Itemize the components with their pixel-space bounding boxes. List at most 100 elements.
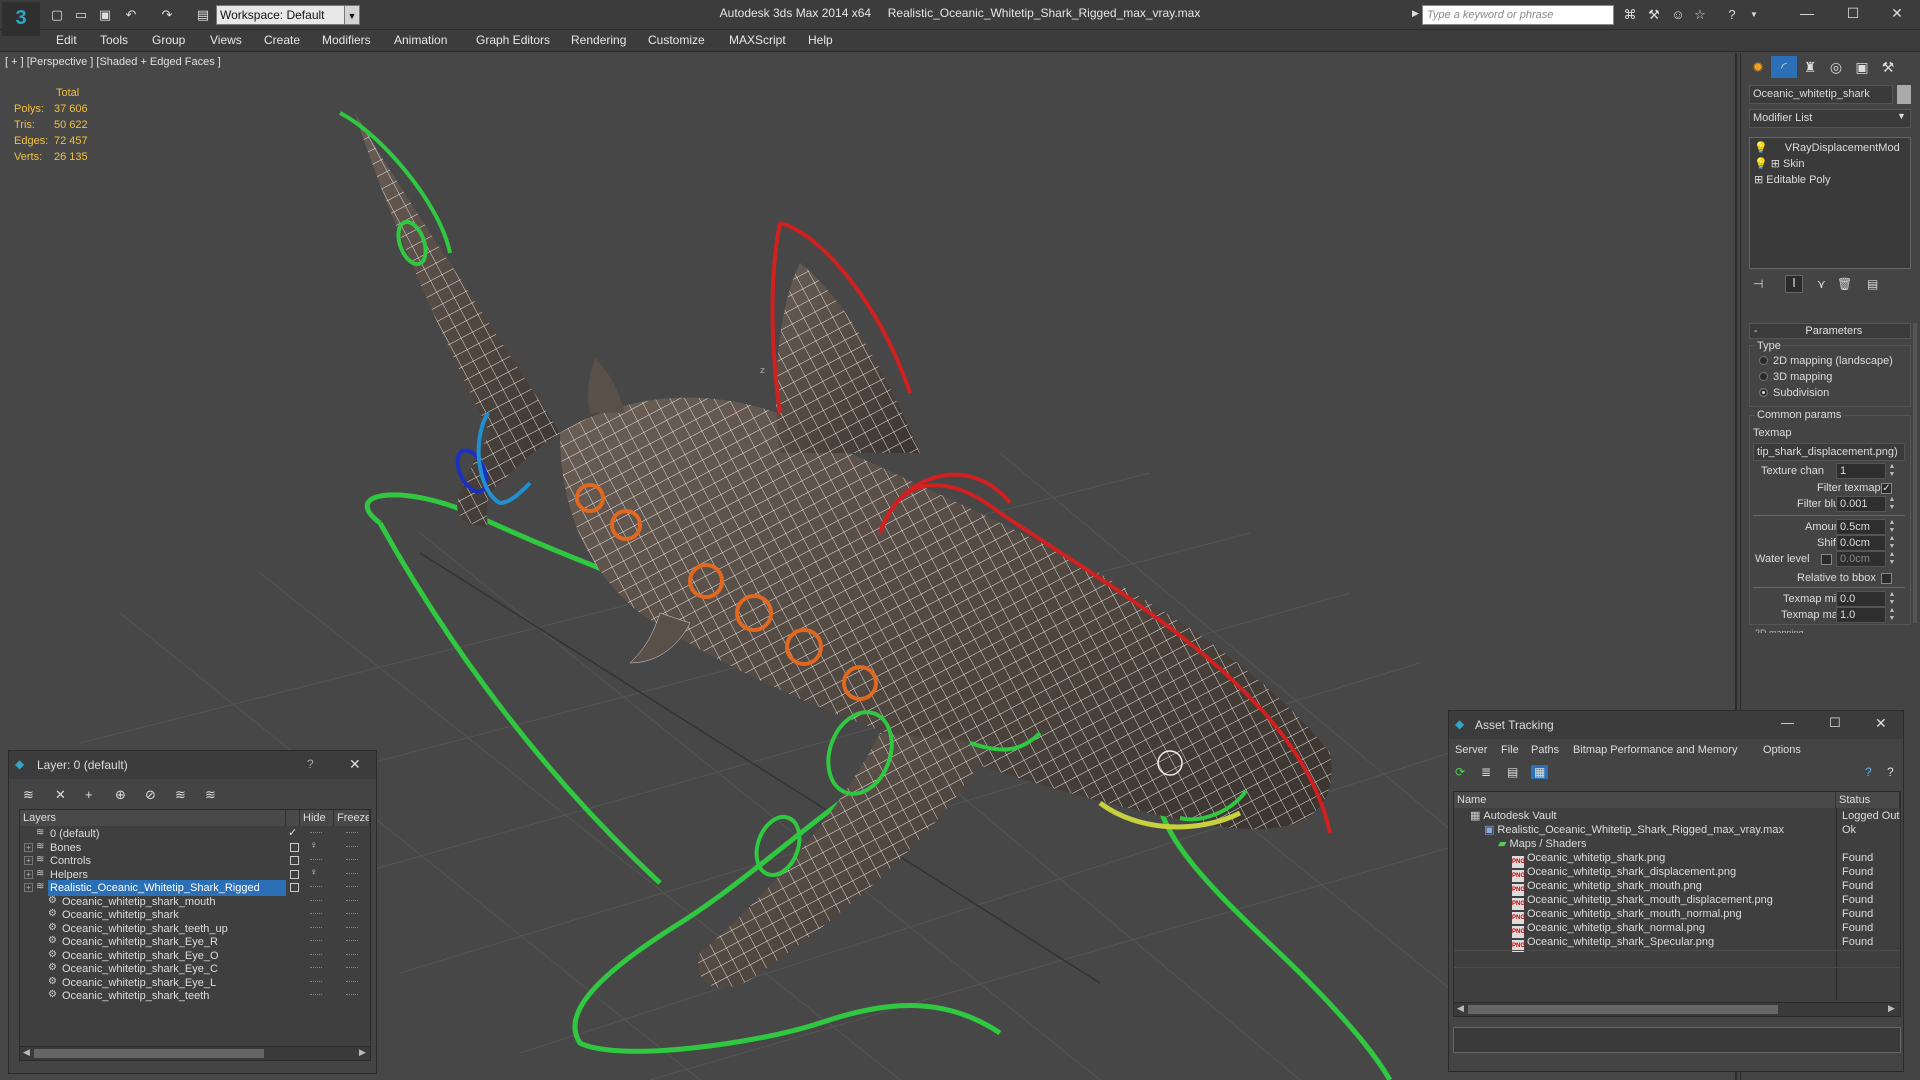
hide-toggle[interactable] bbox=[310, 886, 322, 888]
spinner-arrows-icon[interactable]: ▲ ▼ bbox=[1887, 519, 1897, 535]
maximize-icon[interactable]: ☐ bbox=[1830, 0, 1876, 26]
layers-icon[interactable]: ≋ bbox=[23, 787, 34, 803]
create-tab-icon[interactable]: ✹ bbox=[1745, 56, 1771, 78]
help-icon[interactable]: ? bbox=[307, 757, 314, 771]
layer-manager-icon[interactable] bbox=[290, 856, 299, 865]
object-color-swatch[interactable] bbox=[1897, 85, 1911, 104]
amount-spinner[interactable]: 0.5cm bbox=[1836, 519, 1886, 535]
hide-toggle[interactable] bbox=[310, 980, 322, 983]
texture-chan-spinner[interactable]: 1 bbox=[1836, 463, 1886, 479]
horizontal-scrollbar[interactable]: ◀ ▶ bbox=[20, 1046, 370, 1060]
filter-texmap-checkbox[interactable]: ✓ bbox=[1881, 483, 1892, 494]
radio-2d-mapping[interactable]: 2D mapping (landscape) bbox=[1759, 355, 1893, 367]
help-icon[interactable]: ? bbox=[1722, 6, 1742, 24]
menu-modifiers[interactable]: Modifiers bbox=[322, 33, 371, 47]
expand-icon[interactable]: ⊞ bbox=[1754, 174, 1763, 186]
freeze-toggle[interactable] bbox=[346, 832, 358, 834]
freeze-toggle[interactable] bbox=[346, 994, 358, 996]
menu-animation[interactable]: Animation bbox=[394, 33, 447, 47]
menu-options[interactable]: Options bbox=[1763, 744, 1801, 756]
freeze-toggle[interactable] bbox=[346, 980, 358, 983]
expand-icon[interactable]: + bbox=[24, 869, 33, 879]
spinner-arrows-icon[interactable]: ▲ ▼ bbox=[1887, 551, 1897, 567]
2d-mapping-rollout-cut[interactable]: 2D mapping bbox=[1755, 627, 1804, 633]
freeze-toggle[interactable] bbox=[346, 967, 358, 969]
new-file-icon[interactable]: ▢ bbox=[48, 6, 66, 24]
texmap-min-spinner[interactable]: 0.0 bbox=[1836, 591, 1886, 607]
layer-properties-icon[interactable]: ≋ bbox=[205, 787, 216, 803]
layer-manager-icon[interactable] bbox=[290, 883, 299, 892]
scroll-thumb[interactable] bbox=[1468, 1005, 1778, 1014]
relative-to-bbox-checkbox[interactable] bbox=[1881, 573, 1892, 584]
menu-views[interactable]: Views bbox=[210, 33, 242, 47]
chevron-down-icon[interactable]: ▼ bbox=[1897, 111, 1906, 121]
search-input[interactable]: Type a keyword or phrase bbox=[1422, 5, 1614, 25]
layer-manager-icon[interactable] bbox=[290, 869, 299, 879]
redo-icon[interactable]: ↷ bbox=[158, 6, 176, 24]
utilities-tab-icon[interactable]: ⚒ bbox=[1875, 56, 1901, 78]
asset-table[interactable]: Name Status ▦ Autodesk Vault Logged Out ▣ Re… bbox=[1453, 791, 1901, 1017]
hierarchy-tab-icon[interactable]: ♜ bbox=[1797, 56, 1823, 78]
hide-toggle[interactable] bbox=[310, 832, 322, 834]
scroll-left-icon[interactable]: ◀ bbox=[1457, 1003, 1464, 1014]
app-logo-icon[interactable]: 3 bbox=[2, 2, 40, 36]
spinner-arrows-icon[interactable]: ▲ ▼ bbox=[1887, 591, 1897, 607]
remove-modifier-icon[interactable]: 🗑 bbox=[1837, 277, 1852, 291]
search-expand-icon[interactable]: ▶ bbox=[1412, 8, 1419, 19]
help-topics-icon[interactable]: ? bbox=[1865, 765, 1872, 779]
list-view-icon[interactable]: ≣ bbox=[1481, 765, 1491, 779]
menu-graph-editors[interactable]: Graph Editors bbox=[476, 33, 550, 47]
stack-item-vraydisplacement[interactable]: 💡 VRayDisplacementMod bbox=[1754, 141, 1900, 154]
chevron-down-icon[interactable]: ▼ bbox=[344, 5, 360, 25]
workspace-dropdown[interactable]: Workspace: Default bbox=[216, 5, 360, 25]
radio-3d-mapping[interactable]: 3D mapping bbox=[1759, 371, 1832, 383]
pin-stack-icon[interactable]: ⊣ bbox=[1753, 277, 1763, 291]
viewport-label[interactable]: [ + ] [Perspective ] [Shaded + Edged Fac… bbox=[5, 56, 221, 68]
help-dropdown-icon[interactable]: ▼ bbox=[1744, 6, 1764, 24]
lightbulb-icon[interactable]: 💡 bbox=[1754, 158, 1768, 170]
add-to-layer-icon[interactable]: ⊕ bbox=[115, 787, 126, 803]
freeze-toggle[interactable] bbox=[346, 953, 358, 956]
favorites-star-icon[interactable]: ☆ bbox=[1690, 6, 1710, 24]
freeze-toggle[interactable] bbox=[346, 859, 358, 861]
modifier-list-dropdown[interactable]: Modifier List bbox=[1749, 109, 1911, 128]
hide-toggle[interactable] bbox=[310, 953, 322, 956]
layer-panel-titlebar[interactable]: ◆ Layer: 0 (default) ? ✕ bbox=[9, 751, 376, 779]
scroll-left-icon[interactable]: ◀ bbox=[23, 1047, 30, 1058]
menu-bitmap-performance[interactable]: Bitmap Performance and Memory bbox=[1573, 744, 1737, 756]
project-folder-icon[interactable]: ▤ bbox=[194, 6, 212, 24]
current-layer-check-icon[interactable]: ✓ bbox=[288, 826, 297, 839]
modify-tab-icon[interactable]: ◜ bbox=[1771, 56, 1797, 78]
minimize-icon[interactable]: — bbox=[1781, 715, 1794, 730]
expand-icon[interactable]: + bbox=[24, 842, 33, 852]
freeze-toggle[interactable] bbox=[346, 872, 358, 875]
menu-rendering[interactable]: Rendering bbox=[571, 33, 626, 47]
water-level-spinner[interactable]: 0.0cm bbox=[1836, 551, 1886, 567]
col-header-hide[interactable]: Hide bbox=[300, 810, 334, 826]
hide-toggle[interactable] bbox=[310, 940, 322, 942]
close-icon[interactable]: ✕ bbox=[1874, 0, 1920, 26]
stack-item-editable-poly[interactable]: ⊞ Editable Poly bbox=[1754, 173, 1831, 186]
vault-help-icon[interactable]: ? bbox=[1887, 765, 1894, 779]
filter-blur-spinner[interactable]: 0.001 bbox=[1836, 496, 1886, 512]
menu-customize[interactable]: Customize bbox=[648, 33, 705, 47]
col-header-status[interactable]: Status bbox=[1836, 792, 1900, 808]
user-icon[interactable]: ☺ bbox=[1668, 6, 1688, 24]
asset-tracking-titlebar[interactable]: ◆ Asset Tracking — ☐ ✕ bbox=[1449, 711, 1903, 739]
menu-maxscript[interactable]: MAXScript bbox=[729, 33, 786, 47]
menu-create[interactable]: Create bbox=[264, 33, 300, 47]
stack-item-skin[interactable]: 💡 ⊞ Skin bbox=[1754, 157, 1804, 170]
maximize-icon[interactable]: ☐ bbox=[1829, 715, 1841, 731]
display-tab-icon[interactable]: ▣ bbox=[1849, 56, 1875, 78]
configure-modifier-sets-icon[interactable]: ▤ bbox=[1867, 277, 1878, 291]
asset-row[interactable]: PNG Oceanic_whitetip_shark_Specular.png Fo… bbox=[1454, 934, 1900, 952]
layer-name[interactable]: Oceanic_whitetip_shark_teeth bbox=[60, 988, 209, 1004]
freeze-toggle[interactable] bbox=[346, 845, 358, 848]
make-unique-icon[interactable]: ⋎ bbox=[1817, 277, 1826, 291]
table-view-icon[interactable]: ▦ bbox=[1531, 765, 1549, 779]
thumbnail-view-icon[interactable]: ▤ bbox=[1507, 765, 1518, 779]
menu-paths[interactable]: Paths bbox=[1531, 744, 1559, 756]
menu-edit[interactable]: Edit bbox=[56, 33, 77, 47]
object-name-input[interactable]: Oceanic_whitetip_shark bbox=[1749, 85, 1893, 104]
freeze-toggle[interactable] bbox=[346, 913, 358, 915]
